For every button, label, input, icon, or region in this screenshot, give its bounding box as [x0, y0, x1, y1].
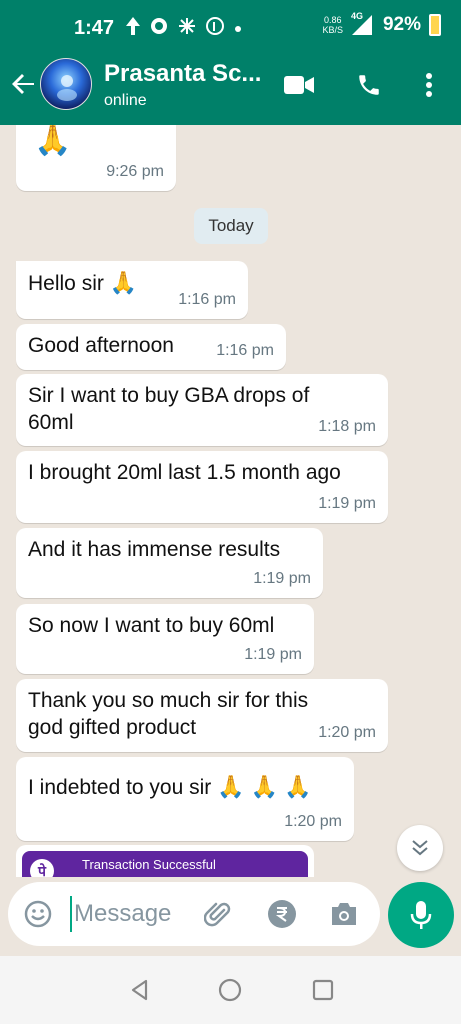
microphone-icon — [410, 901, 432, 929]
message-bubble[interactable]: And it has immense results 1:19 pm — [16, 528, 323, 598]
chat-area[interactable]: 🙏 9:26 pm Today Hello sir 🙏 1:16 pm Good… — [0, 125, 461, 877]
contact-name[interactable]: Prasanta Sc... — [104, 60, 261, 88]
message-time: 1:20 pm — [318, 724, 376, 741]
net-speed-unit: KB/S — [322, 25, 343, 35]
status-time: 1:47 — [74, 17, 115, 39]
jio-icon — [150, 17, 168, 39]
more-options-icon[interactable] — [414, 70, 444, 100]
net-speed-value: 0.86 — [323, 15, 342, 25]
video-call-icon[interactable] — [284, 70, 314, 100]
navigation-icon — [126, 17, 140, 39]
message-time: 1:19 pm — [318, 495, 376, 512]
day-separator: Today — [194, 208, 268, 244]
message-time: 1:16 pm — [178, 291, 236, 308]
message-text: I brought 20ml last 1.5 month ago — [28, 461, 341, 484]
app-bar: Prasanta Sc... online — [0, 58, 461, 125]
message-bubble[interactable]: 🙏 9:26 pm — [16, 125, 176, 191]
contact-avatar[interactable] — [40, 58, 92, 110]
message-text: Sir I want to buy GBA drops of 60ml — [28, 384, 310, 434]
attachment-icon[interactable] — [202, 898, 234, 930]
message-time: 9:26 pm — [106, 163, 164, 180]
message-time: 1:19 pm — [244, 646, 302, 663]
contact-status: online — [104, 92, 147, 109]
sparkle-icon — [178, 17, 196, 39]
system-status: 0.86 KB/S 4G 92% — [322, 11, 441, 36]
message-text: I indebted to you sir — [28, 776, 218, 799]
scroll-to-bottom-button[interactable] — [397, 825, 443, 871]
transaction-status: Transaction Successful — [82, 857, 216, 872]
payment-message-card[interactable]: पे Transaction Successful — [16, 845, 314, 877]
signal-icon: 4G — [350, 11, 375, 36]
back-arrow-icon[interactable] — [10, 70, 40, 100]
praying-hands-emoji: 🙏 🙏 🙏 — [217, 774, 312, 799]
message-bubble[interactable]: Thank you so much sir for this god gifte… — [16, 679, 388, 752]
notification-icons — [126, 17, 242, 39]
nav-home-icon[interactable] — [216, 976, 244, 1004]
double-chevron-down-icon — [412, 840, 428, 856]
message-bubble[interactable]: Good afternoon 1:16 pm — [16, 324, 286, 370]
battery-icon — [429, 14, 441, 36]
message-bubble[interactable]: Hello sir 🙏 1:16 pm — [16, 261, 248, 319]
transaction-banner: पे Transaction Successful — [22, 851, 308, 877]
message-text: Hello sir — [28, 272, 110, 295]
system-navigation-bar — [0, 956, 461, 1024]
status-bar: 1:47 0.86 KB/S 4G 92% — [0, 0, 461, 58]
phone-call-icon[interactable] — [354, 70, 384, 100]
phonepe-icon — [206, 17, 224, 39]
phonepe-logo-icon: पे — [30, 859, 54, 877]
message-bubble[interactable]: So now I want to buy 60ml 1:19 pm — [16, 604, 314, 674]
message-bubble[interactable]: I indebted to you sir 🙏 🙏 🙏 1:20 pm — [16, 757, 354, 841]
battery-percent: 92% — [382, 14, 421, 35]
message-time: 1:16 pm — [216, 342, 274, 359]
message-time: 1:19 pm — [253, 570, 311, 587]
voice-record-button[interactable] — [388, 882, 454, 948]
message-time: 1:20 pm — [284, 813, 342, 830]
nav-back-icon[interactable] — [126, 976, 154, 1004]
message-bubble[interactable]: Sir I want to buy GBA drops of 60ml 1:18… — [16, 374, 388, 446]
dot-icon — [234, 20, 242, 37]
message-input[interactable] — [70, 896, 200, 932]
message-text: Thank you so much sir for this god gifte… — [28, 689, 309, 739]
net-speed: 0.86 KB/S — [322, 15, 343, 35]
nav-recents-icon[interactable] — [309, 976, 337, 1004]
message-text: And it has immense results — [28, 538, 281, 561]
chat-header: 1:47 0.86 KB/S 4G 92% Prasanta Sc... onl… — [0, 0, 461, 125]
camera-icon[interactable] — [328, 898, 360, 930]
emoji-icon[interactable] — [22, 898, 54, 930]
network-type: 4G — [350, 11, 363, 21]
message-text: Good afternoon — [28, 334, 174, 357]
praying-hands-emoji: 🙏 — [109, 270, 138, 295]
message-bubble[interactable]: I brought 20ml last 1.5 month ago 1:19 p… — [16, 451, 388, 523]
praying-hands-emoji: 🙏 — [34, 125, 72, 157]
message-time: 1:18 pm — [318, 418, 376, 435]
message-composer — [8, 882, 380, 946]
message-text: So now I want to buy 60ml — [28, 614, 275, 637]
rupee-payment-icon[interactable] — [266, 898, 298, 930]
